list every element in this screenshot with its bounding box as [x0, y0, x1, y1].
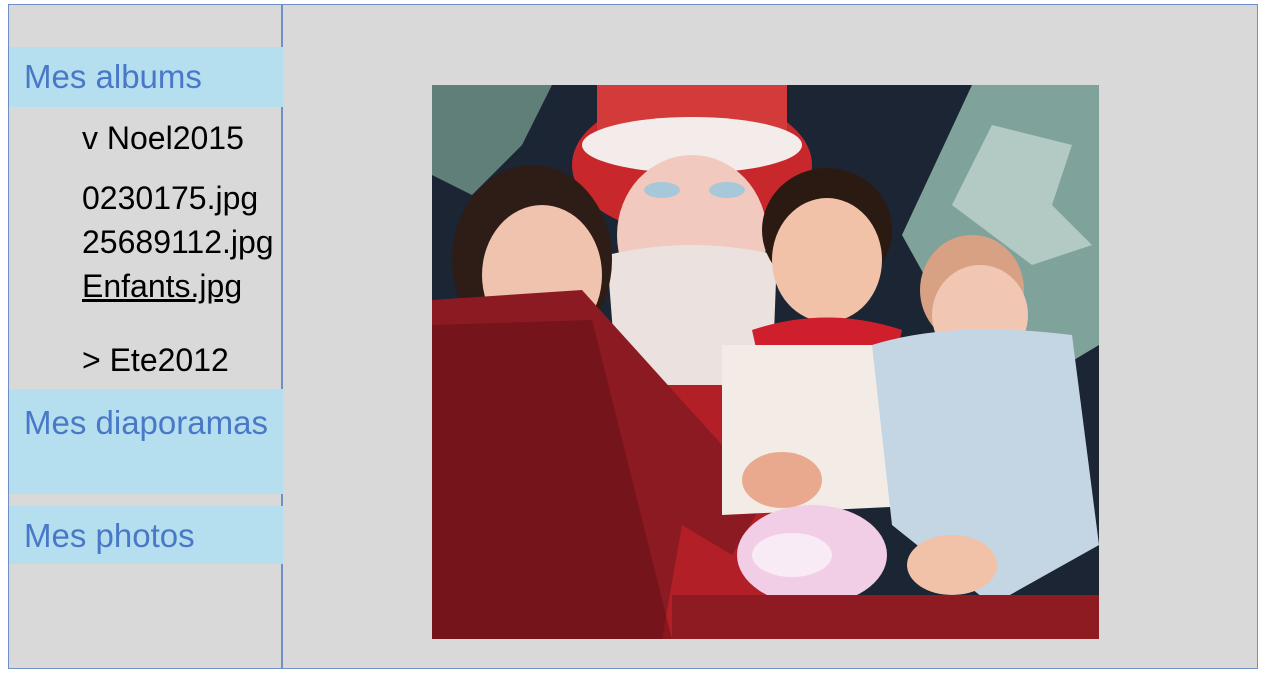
- file-25689112[interactable]: 25689112.jpg: [82, 220, 274, 264]
- file-0230175[interactable]: 0230175.jpg: [82, 176, 258, 220]
- file-enfants-selected[interactable]: Enfants.jpg: [82, 264, 242, 308]
- photo-viewer: [432, 85, 1099, 639]
- album-ete2012[interactable]: > Ete2012: [82, 342, 229, 379]
- family-photo: [432, 85, 1099, 639]
- nav-mes-albums[interactable]: Mes albums: [9, 47, 283, 107]
- album-noel2015[interactable]: v Noel2015: [82, 120, 244, 157]
- nav-mes-photos[interactable]: Mes photos: [9, 506, 283, 564]
- nav-mes-diaporamas[interactable]: Mes diaporamas: [9, 389, 283, 494]
